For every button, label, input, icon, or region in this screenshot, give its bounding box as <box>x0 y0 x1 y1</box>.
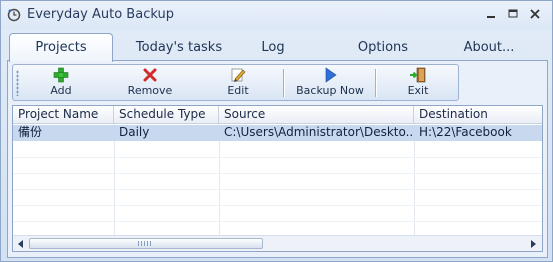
backup-now-label: Backup Now <box>296 84 364 97</box>
window-title: Everyday Auto Backup <box>27 7 174 22</box>
horizontal-scrollbar[interactable] <box>13 235 542 251</box>
exit-door-icon <box>409 67 427 83</box>
remove-label: Remove <box>127 84 173 97</box>
table-row[interactable]: 備份 Daily C:\Users\Administrator\Deskto..… <box>13 125 542 141</box>
grid-line <box>13 189 542 190</box>
table-header: Project Name Schedule Type Source Destin… <box>13 106 542 124</box>
cell-schedule-type: Daily <box>119 125 150 139</box>
close-icon <box>530 9 540 19</box>
cell-project-name: 備份 <box>18 125 43 139</box>
add-button[interactable]: Add <box>33 67 89 99</box>
toolbar-separator <box>375 69 376 97</box>
tab-about[interactable]: About... <box>449 35 529 61</box>
grid-line <box>13 173 542 174</box>
minimize-icon <box>487 16 495 18</box>
grid-line <box>13 157 542 158</box>
scrollbar-thumb[interactable] <box>29 238 263 249</box>
projects-table: Project Name Schedule Type Source Destin… <box>12 105 543 252</box>
tab-strip: Projects Today's tasks Log Options About… <box>9 33 549 62</box>
edit-button[interactable]: Edit <box>213 67 263 99</box>
cell-destination: H:\22\Facebook <box>419 125 512 139</box>
scroll-left-button[interactable] <box>14 237 28 251</box>
projects-panel: Add Remove Edit Backup Now Exit Project … <box>7 60 548 258</box>
close-button[interactable] <box>526 6 544 22</box>
remove-button[interactable]: Remove <box>117 67 183 99</box>
arrow-left-icon <box>18 240 23 248</box>
column-header-destination[interactable]: Destination <box>414 106 542 124</box>
play-icon <box>321 67 339 83</box>
add-label: Add <box>50 84 72 97</box>
x-icon <box>141 67 159 83</box>
toolbar-grip[interactable] <box>16 70 19 96</box>
exit-label: Exit <box>407 84 429 97</box>
plus-icon <box>52 67 70 83</box>
exit-button[interactable]: Exit <box>393 67 443 99</box>
toolbar-separator <box>283 69 284 97</box>
tab-projects[interactable]: Projects <box>9 33 113 62</box>
app-window: Everyday Auto Backup Projects Today's ta… <box>0 0 553 262</box>
cell-source: C:\Users\Administrator\Deskto... <box>224 125 414 139</box>
title-bar[interactable]: Everyday Auto Backup <box>1 1 552 29</box>
backup-now-button[interactable]: Backup Now <box>291 67 369 99</box>
tab-log[interactable]: Log <box>241 35 305 61</box>
tab-todays-tasks[interactable]: Today's tasks <box>119 35 239 61</box>
maximize-icon <box>508 9 518 18</box>
minimize-button[interactable] <box>482 6 500 22</box>
edit-label: Edit <box>227 84 249 97</box>
column-header-source[interactable]: Source <box>219 106 414 124</box>
maximize-button[interactable] <box>504 6 522 22</box>
column-header-project-name[interactable]: Project Name <box>13 106 114 124</box>
app-backup-icon <box>7 8 21 22</box>
pencil-icon <box>229 67 247 83</box>
grid-line <box>13 205 542 206</box>
arrow-right-icon <box>531 240 536 248</box>
grid-line <box>13 221 542 222</box>
toolbar: Add Remove Edit Backup Now Exit <box>12 64 459 101</box>
scroll-right-button[interactable] <box>526 237 540 251</box>
tab-options[interactable]: Options <box>343 35 423 61</box>
column-header-schedule-type[interactable]: Schedule Type <box>114 106 219 124</box>
